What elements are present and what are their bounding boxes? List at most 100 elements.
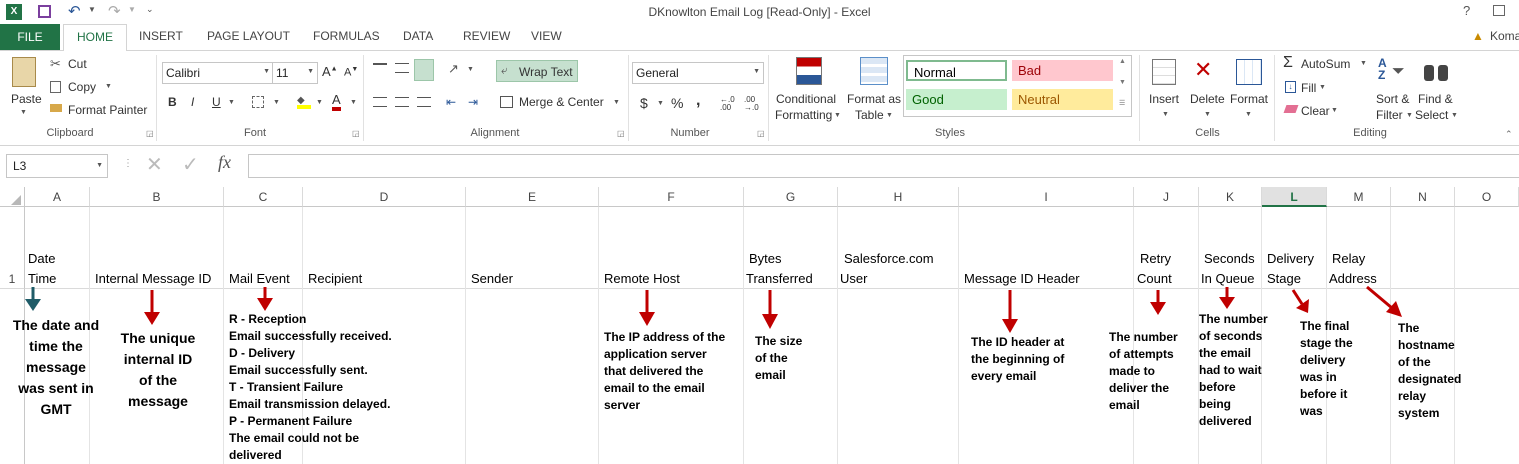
help-icon[interactable]: ? — [1463, 3, 1470, 18]
find-select-line1[interactable]: Find & — [1418, 92, 1453, 106]
collapse-ribbon-icon[interactable]: ⌃ — [1505, 129, 1513, 140]
format-as-table-line1[interactable]: Format as — [847, 92, 901, 106]
italic-button[interactable]: I — [191, 95, 194, 109]
find-select-dropdown-icon[interactable]: ▼ — [1451, 112, 1458, 119]
tab-home[interactable]: HOME — [63, 24, 127, 52]
font-name-select[interactable]: Calibri ▼ — [162, 62, 274, 84]
align-middle-icon[interactable] — [395, 63, 409, 73]
font-color-dropdown-icon[interactable]: ▼ — [350, 99, 357, 106]
decrease-indent-icon[interactable]: ⇤ — [446, 95, 456, 109]
sort-filter-line1[interactable]: Sort & — [1376, 92, 1409, 106]
tab-file[interactable]: FILE — [0, 24, 60, 50]
align-left-icon[interactable] — [373, 97, 387, 107]
orientation-icon[interactable]: ↗ — [448, 61, 459, 77]
shrink-font-icon[interactable]: A▼ — [344, 66, 358, 79]
style-bad[interactable]: Bad — [1012, 60, 1113, 81]
comma-button[interactable]: , — [696, 92, 700, 110]
copy-button[interactable]: Copy — [68, 80, 96, 94]
styles-scroll-up-icon[interactable]: ▲ — [1119, 58, 1126, 65]
currency-dropdown-icon[interactable]: ▼ — [657, 100, 664, 107]
formula-input[interactable] — [248, 154, 1519, 178]
cancel-formula-icon[interactable]: ✕ — [146, 152, 163, 177]
tab-review[interactable]: REVIEW — [463, 29, 510, 43]
clear-button[interactable]: Clear — [1301, 104, 1330, 118]
fill-color-dropdown-icon[interactable]: ▼ — [316, 99, 323, 106]
copy-icon[interactable] — [50, 81, 61, 93]
sort-filter-line2[interactable]: Filter — [1376, 108, 1403, 122]
worksheet-grid[interactable]: ABCDEFGHIJKLMNO 1 Date Time Internal Mess… — [0, 187, 1519, 464]
alignment-launcher-icon[interactable]: ◲ — [617, 129, 625, 138]
underline-button[interactable]: U — [212, 95, 221, 109]
merge-center-button[interactable]: Merge & Center — [519, 95, 604, 109]
font-size-select[interactable]: 11 ▼ — [272, 62, 318, 84]
eraser-icon[interactable] — [1283, 105, 1299, 113]
style-neutral[interactable]: Neutral — [1012, 89, 1113, 110]
borders-dropdown-icon[interactable]: ▼ — [273, 99, 280, 106]
increase-indent-icon[interactable]: ⇥ — [468, 95, 478, 109]
format-painter-icon[interactable] — [50, 104, 62, 112]
autosum-icon[interactable]: Σ — [1283, 54, 1293, 72]
clipboard-launcher-icon[interactable]: ◲ — [146, 129, 154, 138]
format-as-table-dropdown-icon[interactable]: ▼ — [886, 112, 893, 119]
align-top-icon[interactable] — [373, 63, 387, 73]
paste-icon[interactable] — [12, 57, 36, 87]
styles-more-icon[interactable]: ☰ — [1119, 99, 1125, 107]
conditional-formatting-icon[interactable] — [796, 57, 822, 85]
paste-button[interactable]: Paste — [11, 92, 42, 106]
styles-scroll-down-icon[interactable]: ▼ — [1119, 79, 1126, 86]
merge-center-icon[interactable] — [500, 96, 513, 108]
align-bottom-icon[interactable] — [414, 59, 434, 81]
tab-data[interactable]: DATA — [403, 29, 433, 43]
currency-button[interactable]: $ — [640, 95, 648, 111]
decrease-decimal-icon[interactable]: .00 →.0 — [744, 96, 759, 112]
account-name[interactable]: Koma — [1490, 29, 1519, 43]
borders-icon[interactable] — [252, 96, 264, 108]
copy-dropdown-icon[interactable]: ▼ — [105, 83, 112, 90]
number-format-select[interactable]: General ▼ — [632, 62, 764, 84]
increase-decimal-icon[interactable]: ←.0.00 — [720, 96, 735, 112]
align-right-icon[interactable] — [417, 97, 431, 107]
autosum-button[interactable]: AutoSum — [1301, 57, 1350, 71]
cut-icon[interactable]: ✂ — [50, 56, 61, 72]
fill-icon[interactable]: ↓ — [1285, 81, 1296, 93]
delete-cells-dropdown-icon[interactable]: ▼ — [1204, 111, 1211, 118]
cut-button[interactable]: Cut — [68, 57, 87, 71]
sort-filter-dropdown-icon[interactable]: ▼ — [1406, 112, 1413, 119]
tab-page-layout[interactable]: PAGE LAYOUT — [207, 29, 290, 43]
binoculars-icon[interactable] — [1424, 59, 1450, 81]
underline-dropdown-icon[interactable]: ▼ — [228, 99, 235, 106]
format-painter-button[interactable]: Format Painter — [68, 103, 147, 117]
grow-font-icon[interactable]: A▲ — [322, 64, 338, 79]
wrap-text-button[interactable]: ⤶ Wrap Text — [496, 60, 578, 82]
conditional-formatting-dropdown-icon[interactable]: ▼ — [834, 112, 841, 119]
tab-insert[interactable]: INSERT — [139, 29, 183, 43]
insert-cells-icon[interactable] — [1152, 59, 1176, 85]
fill-color-icon[interactable]: ◆ — [297, 95, 311, 109]
tab-view[interactable]: VIEW — [531, 29, 562, 43]
paste-dropdown-icon[interactable]: ▼ — [20, 109, 27, 116]
delete-cells-icon[interactable]: ✕ — [1194, 57, 1212, 83]
clear-dropdown-icon[interactable]: ▼ — [1331, 107, 1338, 114]
format-cells-dropdown-icon[interactable]: ▼ — [1245, 111, 1252, 118]
enter-formula-icon[interactable]: ✓ — [182, 152, 199, 177]
name-box[interactable]: L3 ▼ — [6, 154, 108, 178]
orientation-dropdown-icon[interactable]: ▼ — [467, 66, 474, 73]
font-launcher-icon[interactable]: ◲ — [352, 129, 360, 138]
filter-funnel-icon[interactable]: ⏷ — [1392, 63, 1405, 81]
insert-function-icon[interactable]: fx — [218, 152, 231, 173]
conditional-formatting-line1[interactable]: Conditional — [776, 92, 836, 106]
delete-cells-button[interactable]: Delete — [1190, 92, 1225, 106]
conditional-formatting-line2[interactable]: Formatting — [775, 108, 832, 122]
bold-button[interactable]: B — [168, 95, 177, 109]
sort-filter-icon[interactable]: AZ — [1378, 57, 1387, 81]
tab-formulas[interactable]: FORMULAS — [313, 29, 380, 43]
format-as-table-icon[interactable] — [860, 57, 888, 85]
format-cells-button[interactable]: Format — [1230, 92, 1268, 106]
autosum-dropdown-icon[interactable]: ▼ — [1360, 60, 1367, 67]
number-launcher-icon[interactable]: ◲ — [757, 129, 765, 138]
style-good[interactable]: Good — [906, 89, 1007, 110]
style-normal[interactable]: Normal — [906, 60, 1007, 81]
fill-dropdown-icon[interactable]: ▼ — [1319, 84, 1326, 91]
ribbon-display-icon[interactable] — [1493, 5, 1505, 16]
align-center-icon[interactable] — [395, 97, 409, 107]
